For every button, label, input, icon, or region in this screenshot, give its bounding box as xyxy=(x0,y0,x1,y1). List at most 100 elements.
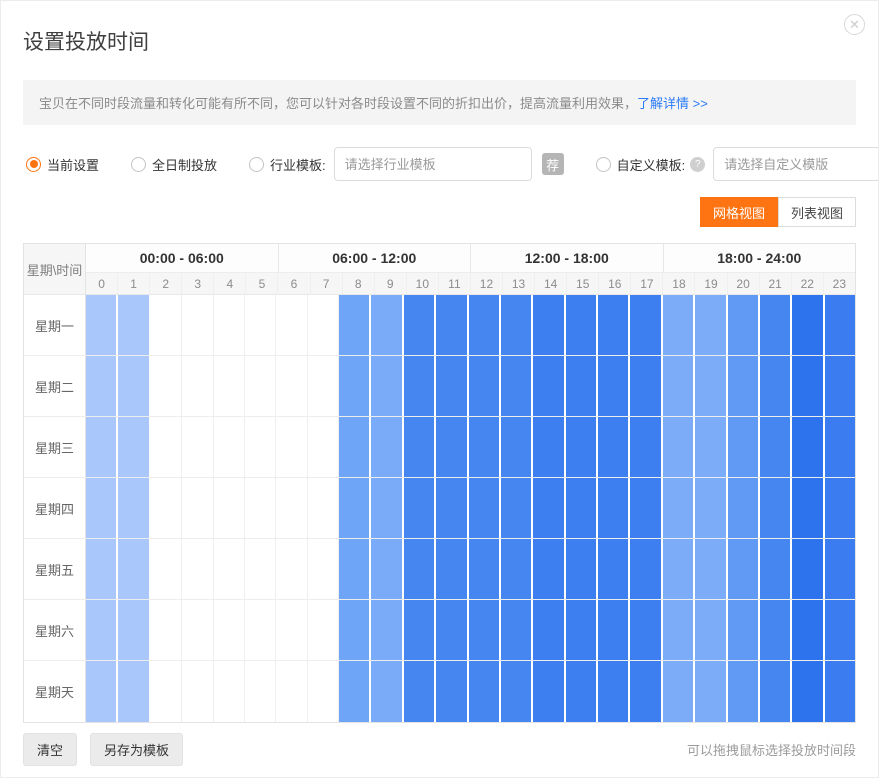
grid-cell-d1-h19[interactable] xyxy=(695,356,727,416)
industry-template-input[interactable] xyxy=(334,147,532,181)
hour-header-20[interactable]: 20 xyxy=(728,273,760,294)
hour-header-13[interactable]: 13 xyxy=(503,273,535,294)
grid-cell-d5-h7[interactable] xyxy=(308,600,339,660)
grid-cell-d2-h18[interactable] xyxy=(663,417,695,477)
grid-cell-d5-h23[interactable] xyxy=(825,600,855,660)
grid-cell-d6-h4[interactable] xyxy=(214,661,245,722)
grid-cell-d3-h1[interactable] xyxy=(118,478,150,538)
grid-cell-d3-h22[interactable] xyxy=(792,478,824,538)
grid-cell-d1-h8[interactable] xyxy=(339,356,371,416)
grid-cell-d5-h10[interactable] xyxy=(404,600,436,660)
grid-cell-d6-h20[interactable] xyxy=(728,661,760,722)
grid-cell-d3-h11[interactable] xyxy=(436,478,468,538)
grid-cell-d4-h0[interactable] xyxy=(86,539,118,599)
grid-cell-d5-h0[interactable] xyxy=(86,600,118,660)
grid-cell-d4-h20[interactable] xyxy=(728,539,760,599)
grid-cell-d3-h7[interactable] xyxy=(308,478,339,538)
close-icon[interactable]: ✕ xyxy=(844,14,865,35)
grid-cell-d5-h19[interactable] xyxy=(695,600,727,660)
grid-cell-d5-h3[interactable] xyxy=(182,600,213,660)
grid-cell-d0-h0[interactable] xyxy=(86,295,118,355)
grid-cell-d3-h21[interactable] xyxy=(760,478,792,538)
grid-cell-d1-h4[interactable] xyxy=(214,356,245,416)
grid-cell-d3-h14[interactable] xyxy=(533,478,565,538)
grid-cell-d1-h1[interactable] xyxy=(118,356,150,416)
hour-header-17[interactable]: 17 xyxy=(631,273,663,294)
grid-cell-d6-h6[interactable] xyxy=(276,661,307,722)
grid-cell-d4-h13[interactable] xyxy=(501,539,533,599)
custom-template-input[interactable] xyxy=(713,147,879,181)
day-label-4[interactable]: 星期五 xyxy=(24,539,86,599)
grid-cell-d1-h2[interactable] xyxy=(151,356,182,416)
grid-cell-d4-h14[interactable] xyxy=(533,539,565,599)
hour-header-3[interactable]: 3 xyxy=(182,273,214,294)
grid-cell-d4-h15[interactable] xyxy=(566,539,598,599)
grid-cell-d5-h17[interactable] xyxy=(630,600,662,660)
grid-cell-d1-h6[interactable] xyxy=(276,356,307,416)
grid-cell-d3-h3[interactable] xyxy=(182,478,213,538)
hour-header-12[interactable]: 12 xyxy=(471,273,503,294)
radio-custom-template[interactable]: 自定义模板: xyxy=(596,155,686,174)
grid-cell-d6-h5[interactable] xyxy=(245,661,276,722)
grid-cell-d4-h7[interactable] xyxy=(308,539,339,599)
grid-cell-d0-h20[interactable] xyxy=(728,295,760,355)
day-label-5[interactable]: 星期六 xyxy=(24,600,86,660)
grid-cell-d6-h7[interactable] xyxy=(308,661,339,722)
grid-cell-d1-h15[interactable] xyxy=(566,356,598,416)
grid-cell-d1-h14[interactable] xyxy=(533,356,565,416)
grid-cell-d1-h20[interactable] xyxy=(728,356,760,416)
grid-cell-d6-h18[interactable] xyxy=(663,661,695,722)
grid-cell-d0-h13[interactable] xyxy=(501,295,533,355)
grid-cell-d6-h22[interactable] xyxy=(792,661,824,722)
radio-industry-template[interactable]: 行业模板: xyxy=(249,155,326,174)
grid-cell-d5-h1[interactable] xyxy=(118,600,150,660)
grid-cell-d6-h16[interactable] xyxy=(598,661,630,722)
day-label-6[interactable]: 星期天 xyxy=(24,661,86,722)
hour-header-22[interactable]: 22 xyxy=(792,273,824,294)
grid-cell-d5-h15[interactable] xyxy=(566,600,598,660)
grid-cell-d2-h6[interactable] xyxy=(276,417,307,477)
grid-cell-d3-h12[interactable] xyxy=(469,478,501,538)
hour-header-8[interactable]: 8 xyxy=(343,273,375,294)
grid-cell-d5-h14[interactable] xyxy=(533,600,565,660)
hour-header-15[interactable]: 15 xyxy=(567,273,599,294)
grid-cell-d4-h6[interactable] xyxy=(276,539,307,599)
grid-cell-d0-h7[interactable] xyxy=(308,295,339,355)
grid-cell-d1-h17[interactable] xyxy=(630,356,662,416)
grid-cell-d5-h8[interactable] xyxy=(339,600,371,660)
grid-cell-d4-h17[interactable] xyxy=(630,539,662,599)
hour-header-23[interactable]: 23 xyxy=(824,273,855,294)
grid-cell-d5-h12[interactable] xyxy=(469,600,501,660)
grid-cell-d1-h22[interactable] xyxy=(792,356,824,416)
grid-cell-d0-h3[interactable] xyxy=(182,295,213,355)
grid-cell-d5-h5[interactable] xyxy=(245,600,276,660)
grid-cell-d3-h9[interactable] xyxy=(371,478,403,538)
grid-cell-d1-h13[interactable] xyxy=(501,356,533,416)
grid-cell-d0-h12[interactable] xyxy=(469,295,501,355)
grid-cell-d2-h1[interactable] xyxy=(118,417,150,477)
grid-cell-d1-h10[interactable] xyxy=(404,356,436,416)
hour-header-21[interactable]: 21 xyxy=(760,273,792,294)
hour-header-5[interactable]: 5 xyxy=(246,273,278,294)
hour-header-18[interactable]: 18 xyxy=(663,273,695,294)
grid-cell-d0-h4[interactable] xyxy=(214,295,245,355)
hour-header-11[interactable]: 11 xyxy=(439,273,471,294)
grid-cell-d6-h17[interactable] xyxy=(630,661,662,722)
hour-header-2[interactable]: 2 xyxy=(150,273,182,294)
grid-cell-d2-h11[interactable] xyxy=(436,417,468,477)
grid-cell-d2-h2[interactable] xyxy=(151,417,182,477)
grid-cell-d0-h14[interactable] xyxy=(533,295,565,355)
grid-cell-d0-h11[interactable] xyxy=(436,295,468,355)
grid-cell-d1-h3[interactable] xyxy=(182,356,213,416)
grid-cell-d6-h13[interactable] xyxy=(501,661,533,722)
grid-cell-d4-h11[interactable] xyxy=(436,539,468,599)
save-as-template-button[interactable]: 另存为模板 xyxy=(90,733,183,766)
grid-cell-d0-h16[interactable] xyxy=(598,295,630,355)
day-label-1[interactable]: 星期二 xyxy=(24,356,86,416)
grid-cell-d2-h3[interactable] xyxy=(182,417,213,477)
grid-cell-d1-h18[interactable] xyxy=(663,356,695,416)
grid-cell-d2-h17[interactable] xyxy=(630,417,662,477)
grid-cell-d3-h23[interactable] xyxy=(825,478,855,538)
grid-cell-d1-h11[interactable] xyxy=(436,356,468,416)
grid-cell-d6-h1[interactable] xyxy=(118,661,150,722)
